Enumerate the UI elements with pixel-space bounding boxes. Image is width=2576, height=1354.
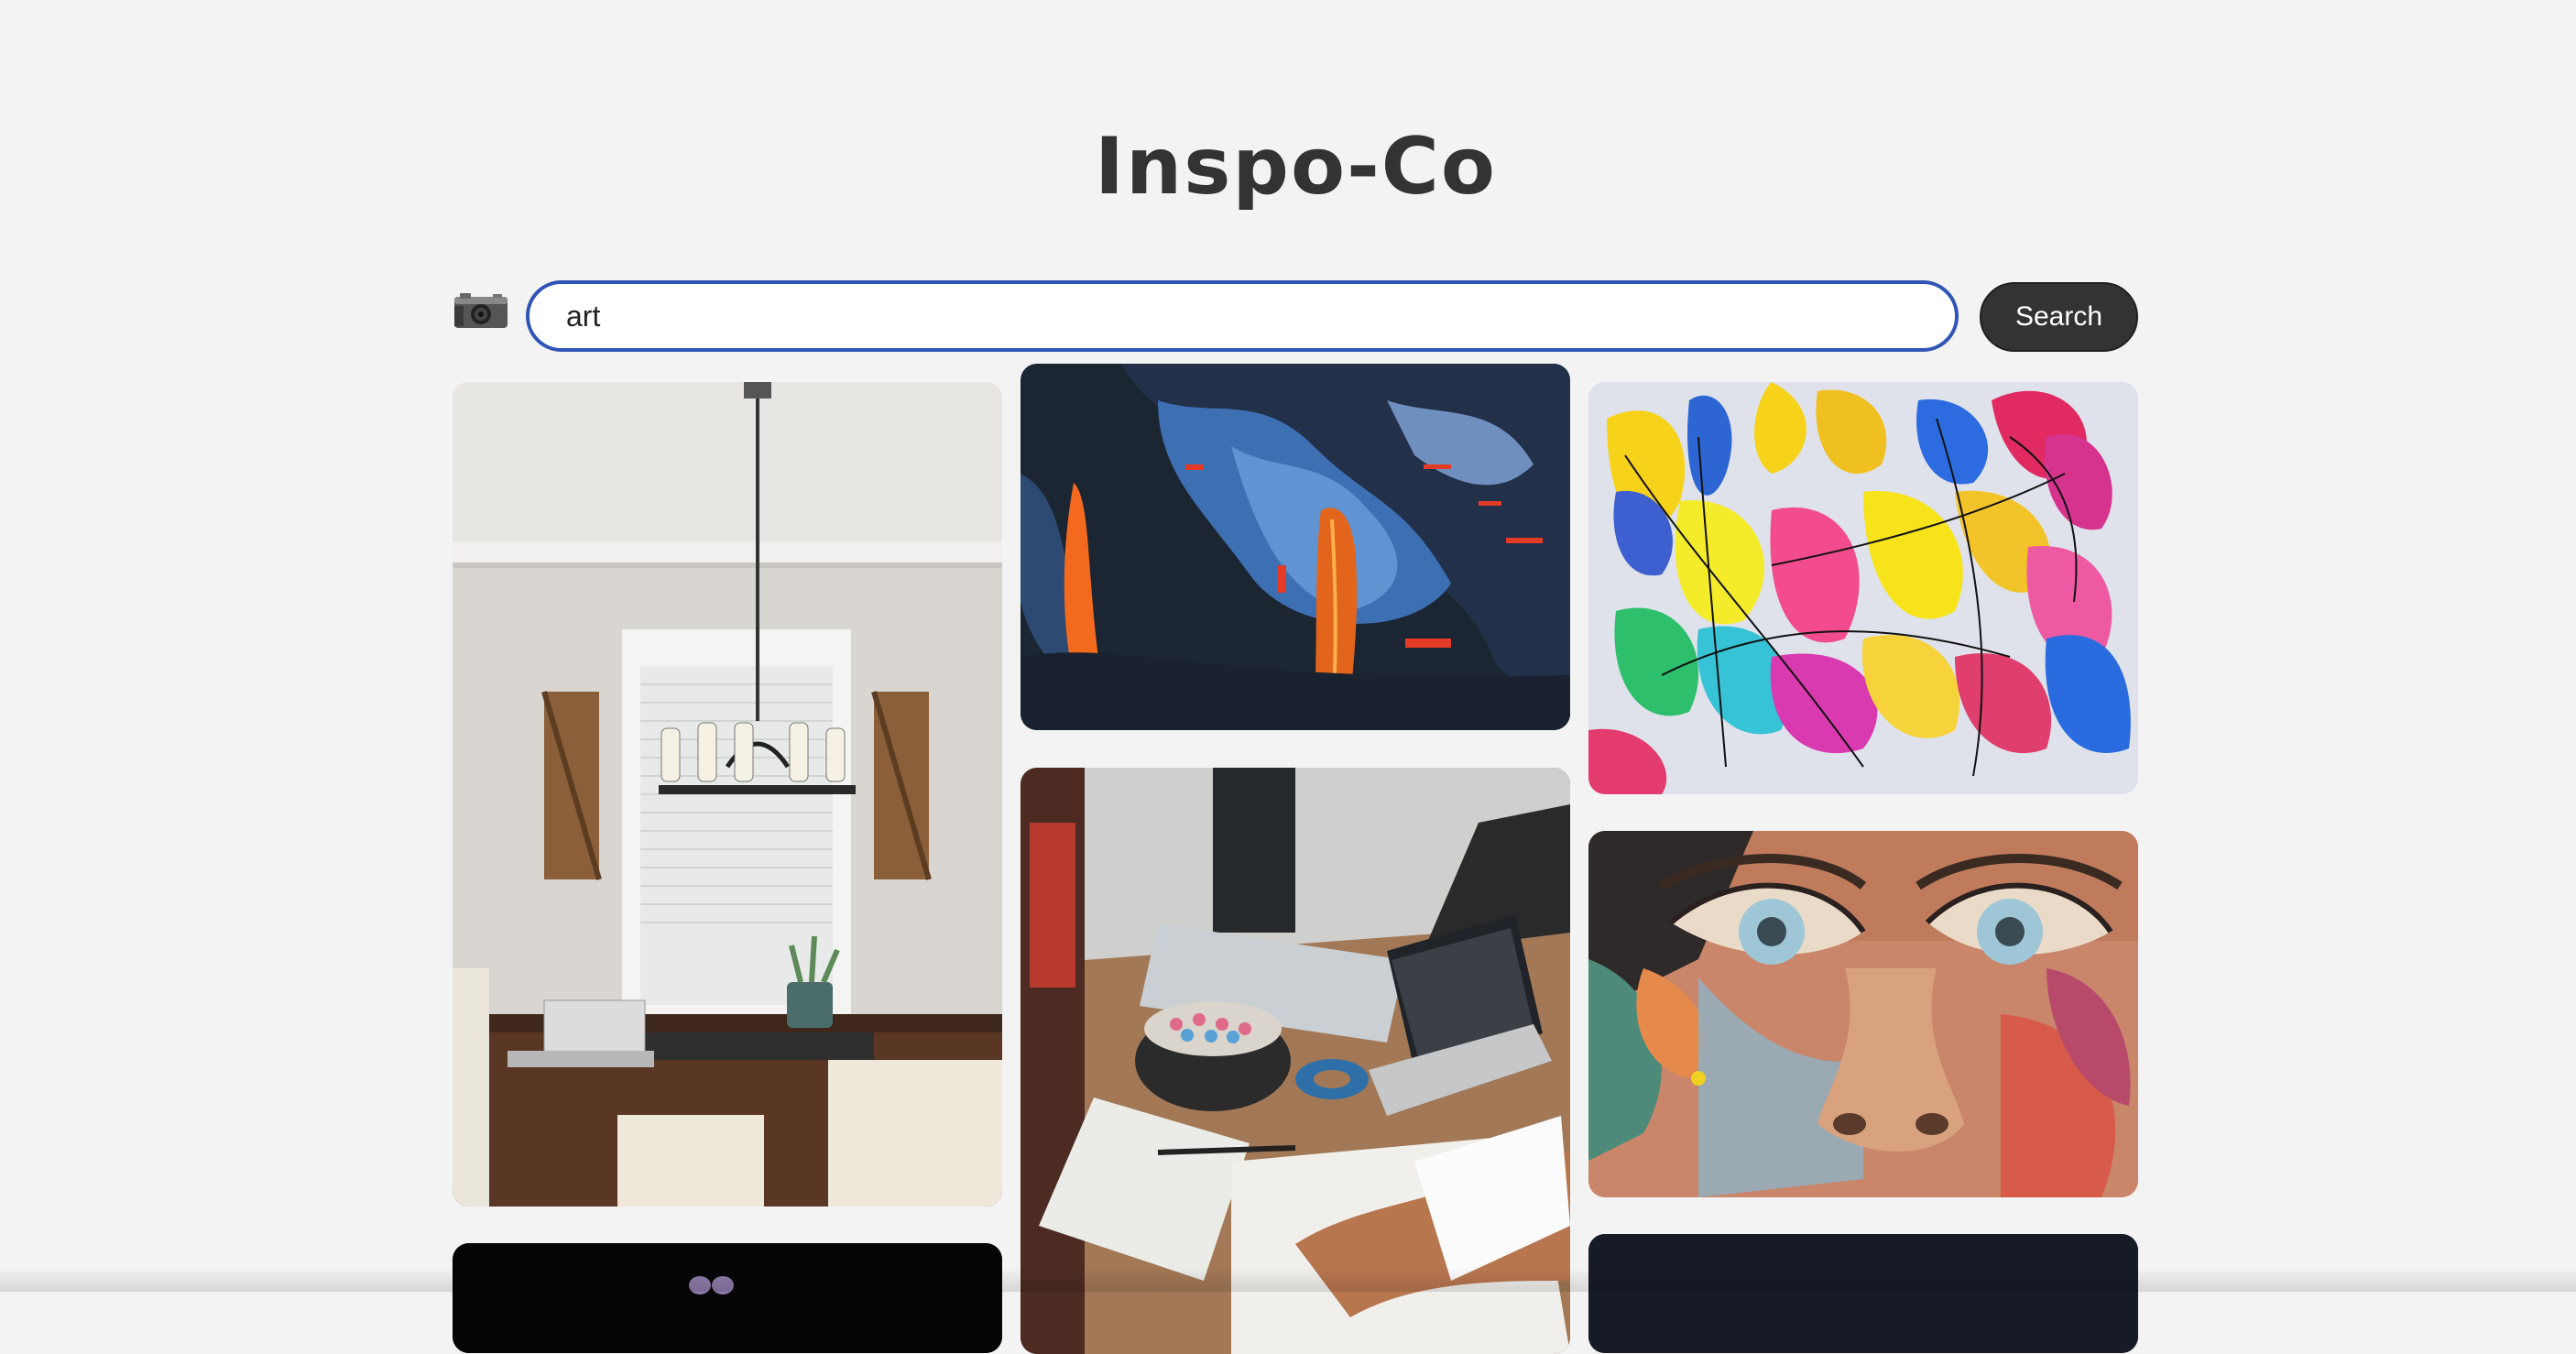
gallery-image-abstract-painting[interactable] [1021,364,1570,730]
gallery-image-face-mural[interactable] [1588,831,2138,1197]
gallery-image-dining-room[interactable] [453,382,1002,1207]
gallery-image-workspace[interactable] [1021,768,1570,1354]
gallery-image-dark[interactable] [453,1243,1002,1353]
search-button[interactable]: Search [1980,282,2138,352]
search-input[interactable] [526,280,1959,352]
gallery-image-dark-2[interactable] [1588,1234,2138,1353]
page-title: Inspo-Co [1095,121,1497,213]
camera-icon[interactable] [453,291,509,330]
gallery-image-colorful-painting[interactable] [1588,382,2138,794]
